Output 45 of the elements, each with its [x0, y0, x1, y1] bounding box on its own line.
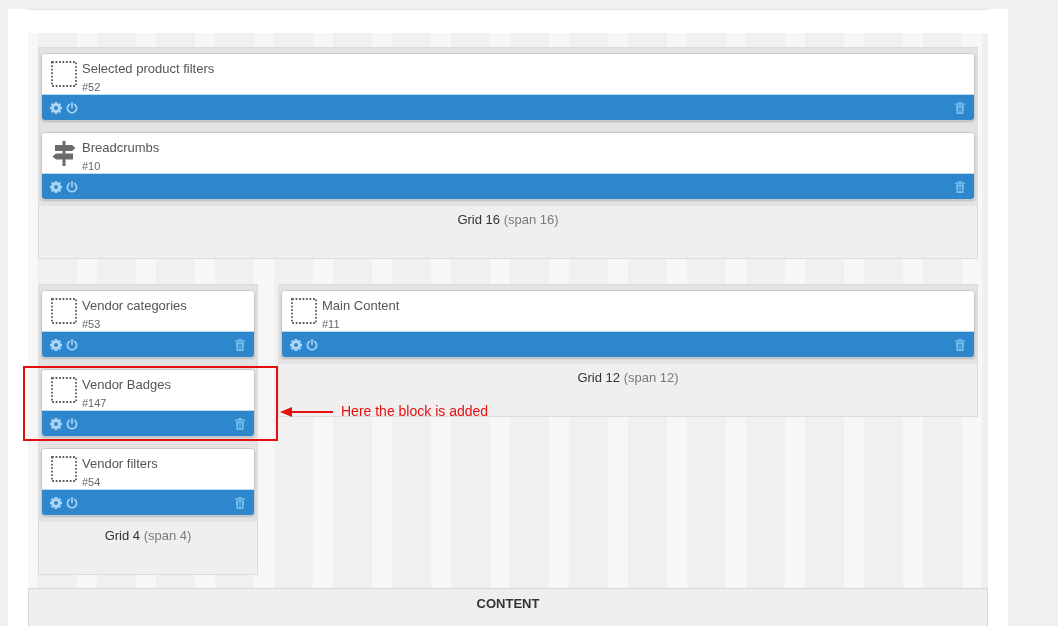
power-icon[interactable]	[306, 338, 318, 351]
block-title: Vendor Badges	[82, 377, 171, 392]
trash-icon[interactable]	[235, 338, 245, 351]
block-number: #147	[82, 396, 108, 410]
block-number: #11	[322, 317, 341, 331]
power-icon[interactable]	[66, 496, 78, 509]
trash-icon[interactable]	[235, 417, 245, 430]
settings-icon[interactable]	[50, 101, 62, 114]
settings-icon[interactable]	[50, 417, 62, 430]
dotted-square-icon	[51, 298, 77, 324]
block-title: Vendor filters	[82, 456, 158, 471]
trash-icon[interactable]	[955, 101, 965, 114]
grid-span: (span 12)	[623, 370, 679, 385]
block-number: #52	[82, 80, 102, 94]
block-title: Vendor categories	[82, 298, 187, 313]
arrow-icon	[280, 406, 333, 418]
power-icon[interactable]	[66, 417, 78, 430]
dotted-square-icon	[291, 298, 317, 324]
block-title: Main Content	[322, 298, 400, 313]
block-title: Selected product filters	[82, 61, 215, 76]
grid-name: Grid 12	[577, 370, 621, 385]
trash-icon[interactable]	[235, 496, 245, 509]
block-number: #53	[82, 317, 102, 331]
dotted-square-icon	[51, 377, 77, 403]
block-number: #10	[82, 159, 102, 173]
signpost-icon	[51, 140, 77, 166]
power-icon[interactable]	[66, 338, 78, 351]
grid-name: Grid 4	[104, 528, 141, 543]
section-title: CONTENT	[476, 596, 540, 611]
annotation-text: Here the block is added	[341, 403, 489, 420]
trash-icon[interactable]	[955, 338, 965, 351]
grid-name: Grid 16	[457, 212, 501, 227]
block-title: Breadcrumbs	[82, 140, 160, 155]
dotted-square-icon	[51, 61, 77, 87]
power-icon[interactable]	[66, 180, 78, 193]
power-icon[interactable]	[66, 101, 78, 114]
trash-icon[interactable]	[955, 180, 965, 193]
settings-icon[interactable]	[50, 338, 62, 351]
dotted-square-icon	[51, 456, 77, 482]
grid-span: (span 16)	[503, 212, 559, 227]
grid-span: (span 4)	[143, 528, 192, 543]
settings-icon[interactable]	[50, 496, 62, 509]
block-number: #54	[82, 475, 102, 489]
settings-icon[interactable]	[290, 338, 302, 351]
settings-icon[interactable]	[50, 180, 62, 193]
